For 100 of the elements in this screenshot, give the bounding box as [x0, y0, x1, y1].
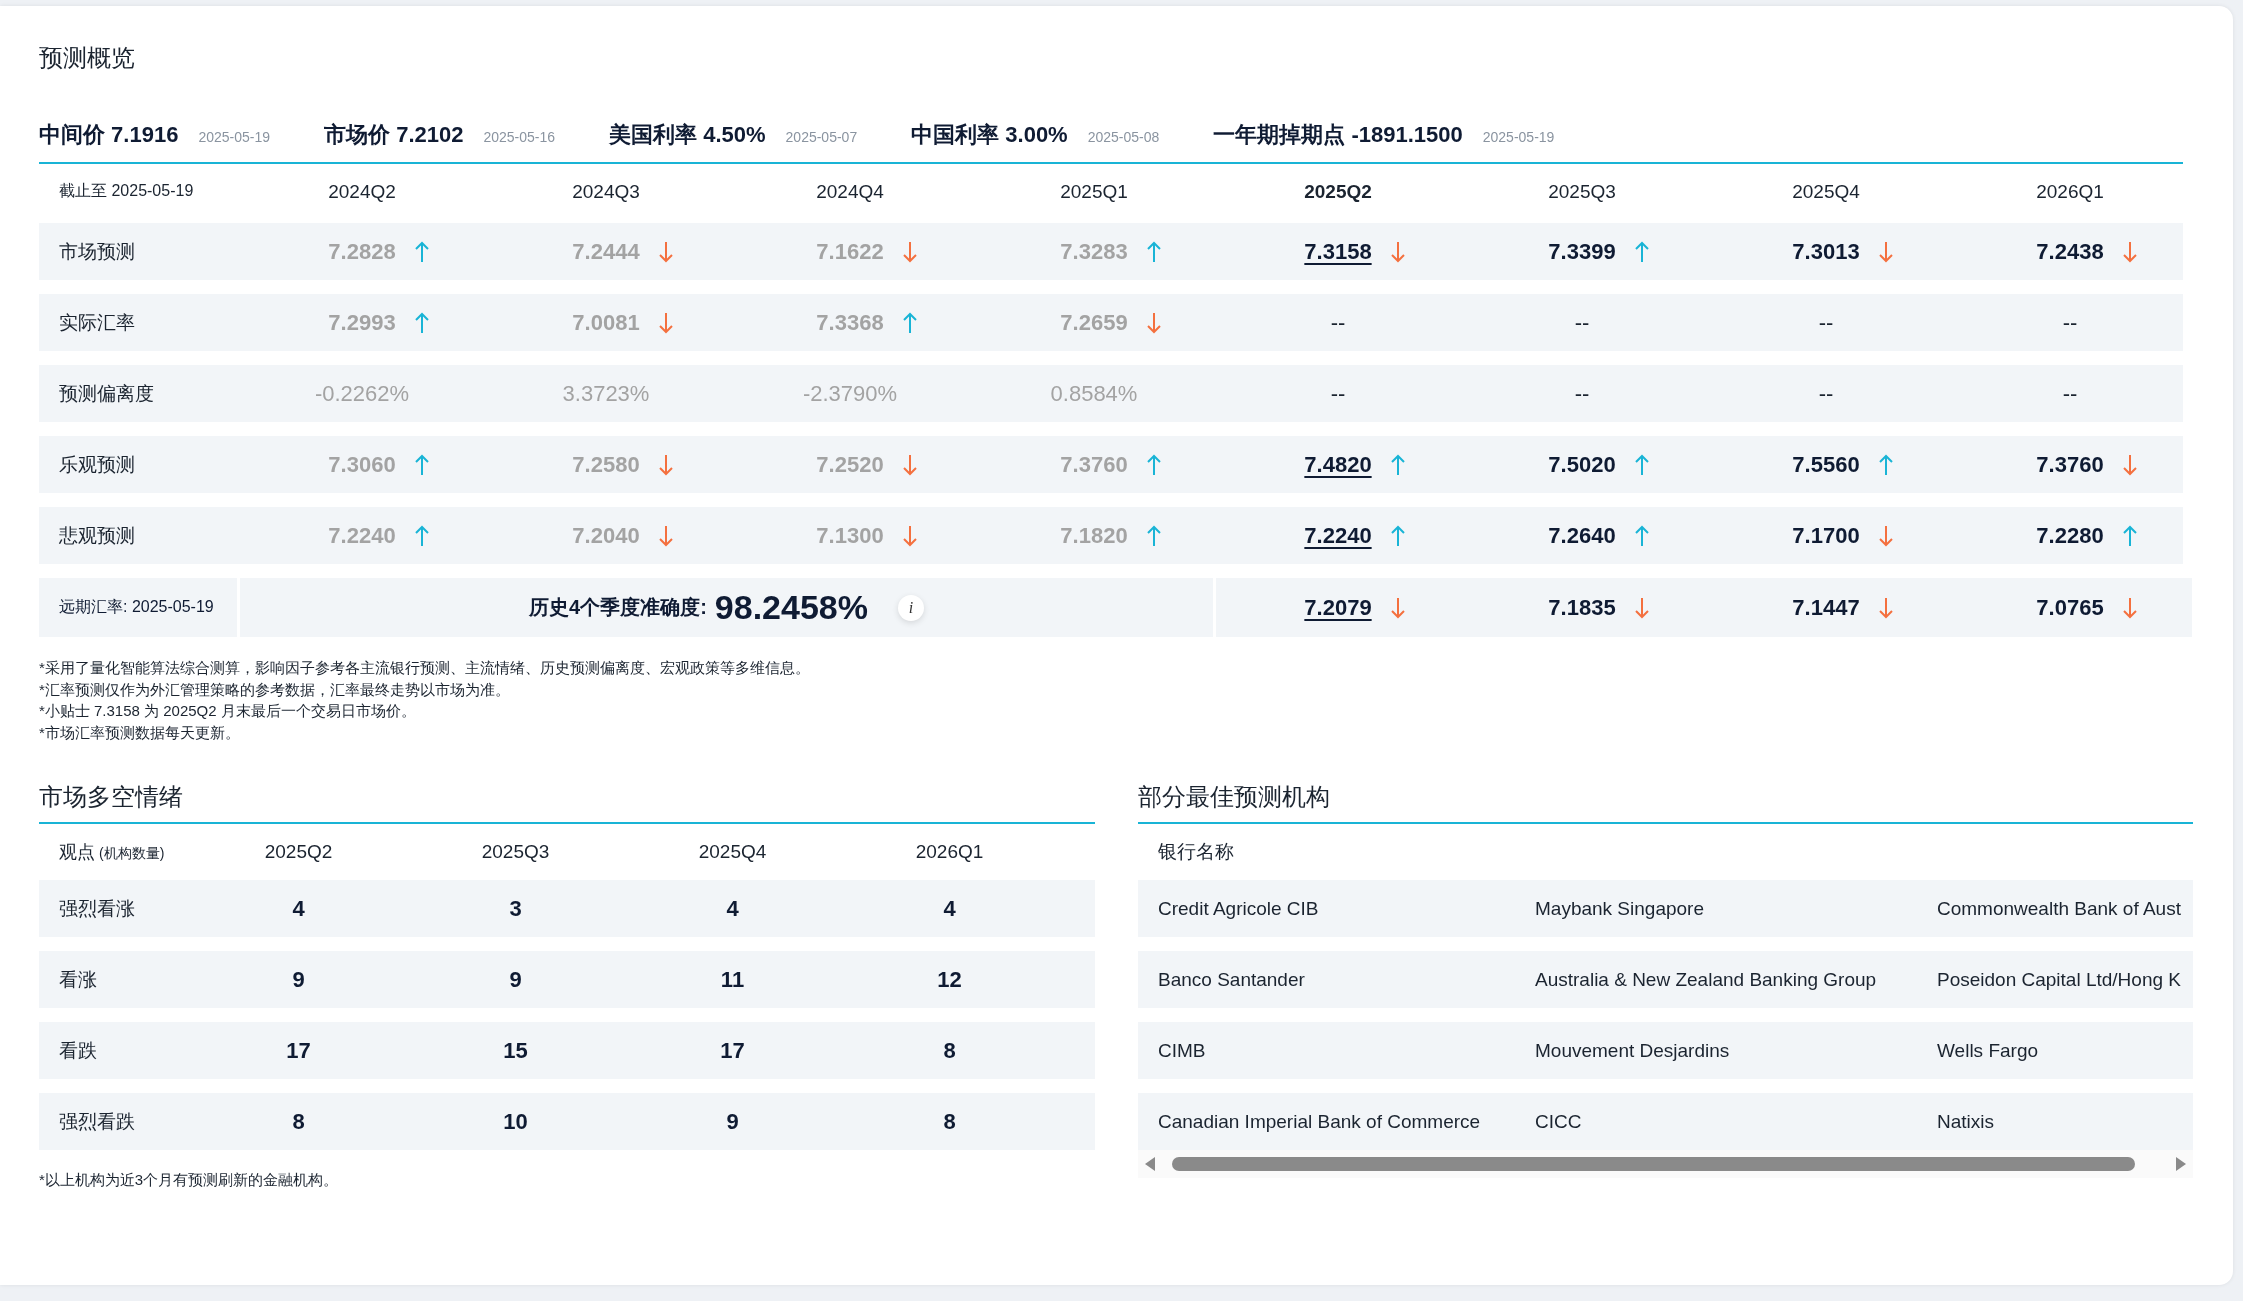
forecast-value: 7.1447: [1792, 594, 1860, 621]
count-value: 10: [502, 1108, 529, 1135]
forecast-value: 7.3013: [1792, 238, 1860, 265]
forecast-value: 7.2520: [816, 451, 884, 478]
forecast-value: 7.2659: [1060, 309, 1128, 336]
forecast-value: 3.3723%: [562, 380, 650, 407]
footnote: *小贴士 7.3158 为 2025Q2 月末最后一个交易日市场价。: [39, 701, 417, 721]
forecast-value: 7.2438: [2036, 238, 2104, 265]
column-header: 2025Q3: [480, 841, 551, 863]
horizontal-scrollbar[interactable]: [1138, 1150, 2193, 1178]
count-value: 8: [942, 1108, 957, 1135]
bank-name: Commonwealth Bank of Aust: [1936, 897, 2182, 920]
scroll-left-icon[interactable]: [1144, 1156, 1156, 1172]
forecast-value: 0.8584%: [1050, 380, 1138, 407]
indicator-value: 一年期掉期点 -1891.1500: [1213, 121, 1463, 149]
forecast-value: 7.3283: [1060, 238, 1128, 265]
count-value: 17: [285, 1037, 312, 1064]
bank-name: CIMB: [1157, 1039, 1207, 1062]
forecast-value: 7.2828: [328, 238, 396, 265]
column-header: 2025Q2: [263, 841, 334, 863]
forecast-value: --: [1330, 380, 1346, 407]
indicator-date: 2025-05-19: [198, 129, 271, 145]
column-header: 2024Q4: [815, 180, 885, 203]
row-label: 乐观预测: [58, 452, 136, 477]
forecast-value: --: [1818, 309, 1834, 336]
forecast-value: 7.1700: [1792, 522, 1860, 549]
indicator-date: 2025-05-16: [483, 129, 556, 145]
forecast-value: 7.3368: [816, 309, 884, 336]
indicator-value: 中间价 7.1916: [39, 121, 179, 149]
footnote: *采用了量化智能算法综合测算，影响因子参考各主流银行预测、主流情绪、历史预测偏离度、宏观政策等多维信息。: [39, 658, 811, 678]
row-label: 看涨: [58, 967, 98, 992]
section-title: 预测概览: [39, 43, 136, 73]
forecast-value: 7.2280: [2036, 522, 2104, 549]
forecast-value: 7.2640: [1548, 522, 1616, 549]
row-label: 市场预测: [58, 239, 136, 264]
row-label: 强烈看跌: [58, 1109, 136, 1134]
count-value: 9: [291, 966, 306, 993]
column-header: 2025Q4: [697, 841, 768, 863]
forecast-value: --: [2062, 380, 2078, 407]
forecast-value: 7.2580: [572, 451, 640, 478]
bank-name: Natixis: [1936, 1110, 1995, 1133]
column-header: 截止至 2025-05-19: [58, 181, 195, 201]
forecast-value: 7.1622: [816, 238, 884, 265]
count-value: 17: [719, 1037, 746, 1064]
forecast-value: 7.3399: [1548, 238, 1616, 265]
forecast-value: --: [1818, 380, 1834, 407]
forecast-value: 7.1300: [816, 522, 884, 549]
indicator-date: 2025-05-07: [785, 129, 858, 145]
forecast-value: 7.5560: [1792, 451, 1860, 478]
forecast-value: 7.2444: [572, 238, 640, 265]
column-header: 2025Q4: [1791, 180, 1861, 203]
count-value: 11: [719, 966, 746, 993]
forecast-value: 7.5020: [1548, 451, 1616, 478]
forecast-value: 7.2240: [1304, 522, 1372, 549]
forecast-value: 7.3760: [1060, 451, 1128, 478]
forecast-value: 7.0765: [2036, 594, 2104, 621]
indicator-value: 市场价 7.2102: [324, 121, 464, 149]
bank-name: CICC: [1534, 1110, 1583, 1133]
scrollbar-thumb[interactable]: [1172, 1157, 2135, 1171]
indicator-value: 中国利率 3.00%: [911, 121, 1068, 149]
column-header: 2026Q1: [914, 841, 985, 863]
count-value: 8: [291, 1108, 306, 1135]
column-header: 2024Q3: [571, 180, 641, 203]
row-label: 看跌: [58, 1038, 98, 1063]
indicator-value: 美国利率 4.50%: [609, 121, 766, 149]
bank-name: Credit Agricole CIB: [1157, 897, 1320, 920]
section-title: 市场多空情绪: [39, 777, 1095, 824]
count-value: 9: [725, 1108, 740, 1135]
count-value: 4: [291, 895, 306, 922]
column-header: 银行名称: [1157, 840, 1235, 864]
bank-name: Mouvement Desjardins: [1534, 1039, 1731, 1062]
column-header: 观点: [59, 842, 95, 862]
forecast-value: --: [2062, 309, 2078, 336]
bank-name: Poseidon Capital Ltd/Hong K: [1936, 968, 2182, 991]
scroll-right-icon[interactable]: [2175, 1156, 2187, 1172]
row-label: 预测偏离度: [58, 381, 155, 406]
row-label: 强烈看涨: [58, 896, 136, 921]
accuracy-label: 历史4个季度准确度:: [529, 595, 707, 620]
forecast-value: 7.0081: [572, 309, 640, 336]
accuracy-value: 98.2458%: [714, 588, 868, 627]
forecast-value: 7.3760: [2036, 451, 2104, 478]
count-value: 4: [942, 895, 957, 922]
column-header: 2025Q2: [1303, 180, 1373, 203]
forecast-value: 7.2079: [1304, 594, 1372, 621]
column-header: 2025Q3: [1547, 180, 1617, 203]
forecast-value: 7.4820: [1304, 451, 1372, 478]
forecast-value: --: [1330, 309, 1346, 336]
forecast-value: 7.2240: [328, 522, 396, 549]
bank-name: Wells Fargo: [1936, 1039, 2039, 1062]
forecast-value: 7.3158: [1304, 238, 1372, 265]
footnote: *以上机构为近3个月有预测刷新的金融机构。: [39, 1171, 340, 1190]
info-button[interactable]: i: [897, 594, 924, 621]
bank-name: Canadian Imperial Bank of Commerce: [1157, 1110, 1482, 1133]
forecast-value: -2.3790%: [802, 380, 898, 407]
count-value: 12: [936, 966, 963, 993]
column-header: 2026Q1: [2035, 180, 2105, 203]
bank-name: Maybank Singapore: [1534, 897, 1705, 920]
bank-name: Australia & New Zealand Banking Group: [1534, 968, 1878, 991]
indicator-date: 2025-05-08: [1087, 129, 1160, 145]
forecast-value: 7.1820: [1060, 522, 1128, 549]
